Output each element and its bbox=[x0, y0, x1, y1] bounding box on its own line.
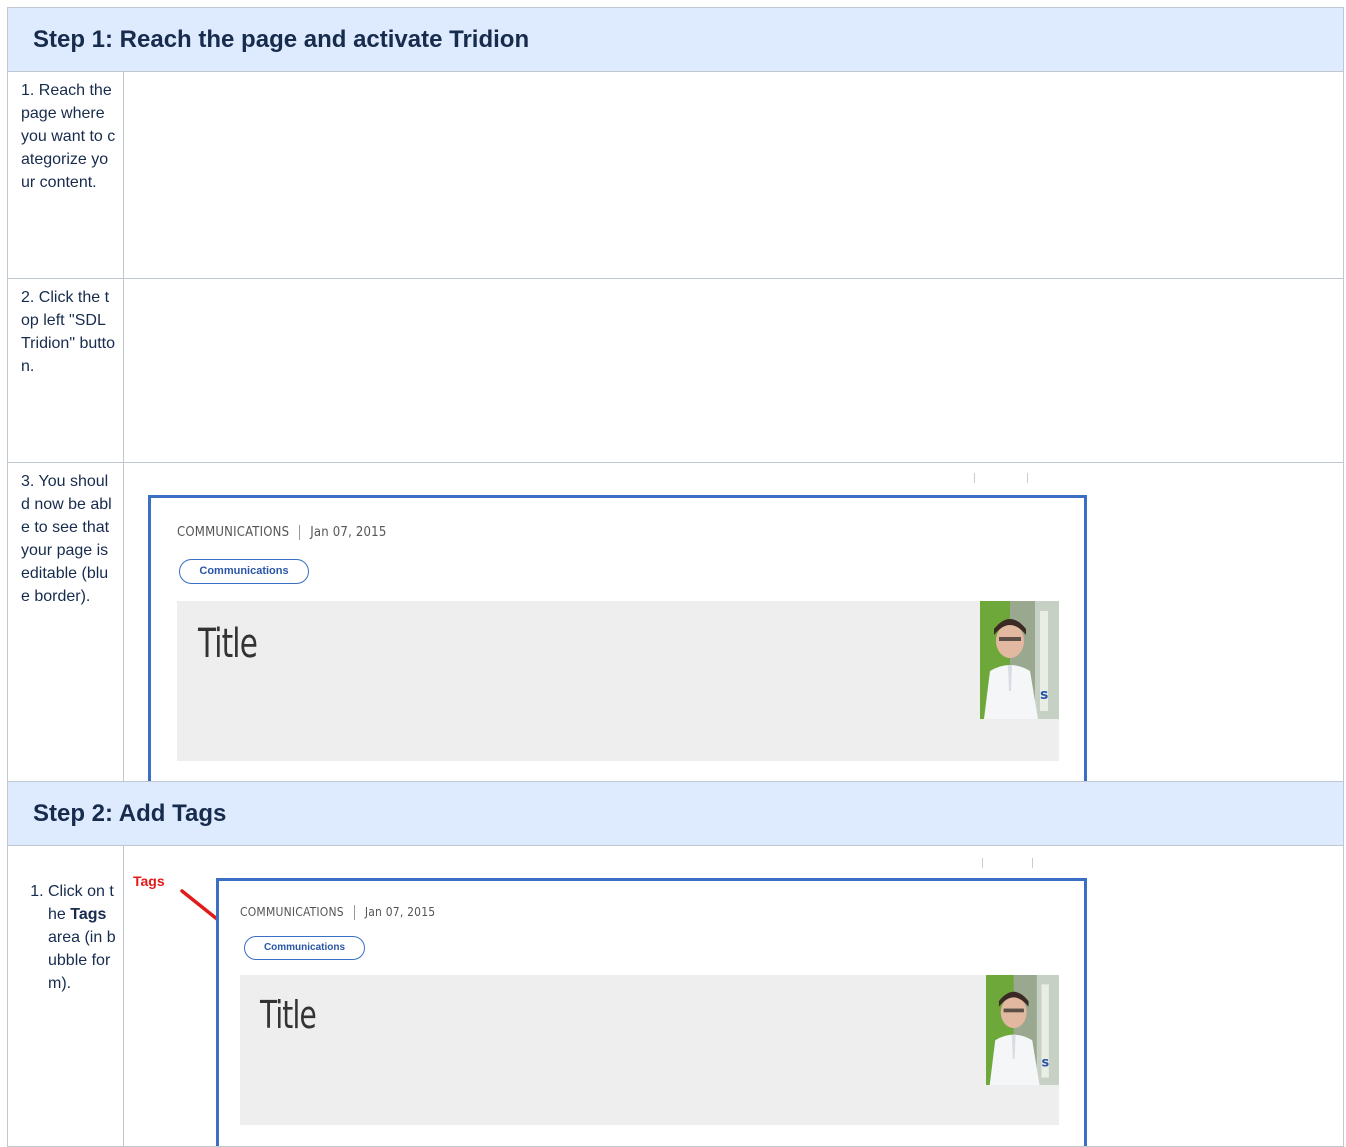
article-meta: COMMUNICATIONS Jan 07, 2015 bbox=[177, 525, 386, 540]
step1-instruction-3: 3. You should now be able to see that yo… bbox=[7, 462, 124, 782]
svg-text:s: s bbox=[1041, 1055, 1049, 1070]
scientist-photo: s bbox=[980, 601, 1059, 719]
instructions-table: Step 1: Reach the page and activate Trid… bbox=[7, 7, 1344, 1147]
meta-separator bbox=[353, 905, 355, 920]
tick-mark bbox=[1032, 858, 1033, 868]
hero-title: Title bbox=[260, 993, 317, 1037]
tags-screenshot: Tags COMMUNICATIONS Jan 07, 2015 Communic… bbox=[124, 846, 1344, 1146]
tick-mark bbox=[982, 858, 983, 868]
step2-heading: Step 2: Add Tags bbox=[7, 781, 1344, 846]
step1-image-cell-2 bbox=[123, 278, 1344, 463]
tag-bubble[interactable]: Communications bbox=[179, 559, 309, 584]
step2-instruction-1: Click on the Tags area (in bubble form). bbox=[48, 880, 117, 995]
step2-instruction-cell: Click on the Tags area (in bubble form). bbox=[7, 845, 124, 1147]
tags-keyword: Tags bbox=[70, 906, 107, 923]
article-category: COMMUNICATIONS bbox=[177, 525, 290, 540]
tick-mark bbox=[1027, 473, 1028, 483]
step1-instruction-2: 2. Click the top left "SDL Tridion" butt… bbox=[7, 278, 124, 463]
scientist-photo: s bbox=[986, 975, 1059, 1085]
tag-bubble[interactable]: Communications bbox=[244, 936, 365, 960]
step2-instruction-list: Click on the Tags area (in bubble form). bbox=[8, 880, 117, 995]
step2-screenshot-cell: Tags COMMUNICATIONS Jan 07, 2015 Communic… bbox=[123, 845, 1344, 1147]
svg-text:s: s bbox=[1040, 687, 1048, 703]
article-date: Jan 07, 2015 bbox=[310, 525, 387, 540]
step1-screenshot-cell: COMMUNICATIONS Jan 07, 2015 Communication… bbox=[123, 462, 1344, 782]
step1-heading: Step 1: Reach the page and activate Trid… bbox=[7, 7, 1344, 72]
tick-mark bbox=[974, 473, 975, 483]
hero-banner: Title s bbox=[240, 975, 1059, 1125]
article-date: Jan 07, 2015 bbox=[364, 905, 436, 919]
article-meta: COMMUNICATIONS Jan 07, 2015 bbox=[240, 905, 435, 920]
article-category: COMMUNICATIONS bbox=[240, 905, 344, 919]
editable-page-screenshot: COMMUNICATIONS Jan 07, 2015 Communication… bbox=[124, 463, 1344, 781]
hero-title: Title bbox=[198, 621, 258, 667]
step1-instruction-1: 1. Reach the page where you want to cate… bbox=[7, 71, 124, 279]
hero-banner: Title s bbox=[177, 601, 1059, 761]
meta-separator bbox=[299, 525, 301, 540]
step1-image-cell-1 bbox=[123, 71, 1344, 279]
